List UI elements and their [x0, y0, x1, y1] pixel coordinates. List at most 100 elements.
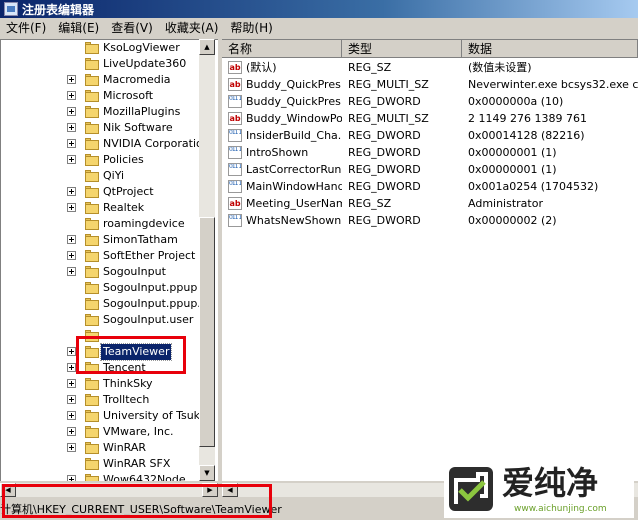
- folder-icon: [85, 394, 99, 406]
- tree-item-label: Microsoft: [103, 89, 154, 102]
- value-name: Meeting_UserName: [246, 197, 342, 210]
- column-header-data[interactable]: 数据: [462, 40, 638, 58]
- value-data: 0x00014128 (82216): [468, 129, 585, 142]
- value-data: 0x00000001 (1): [468, 163, 557, 176]
- value-type: REG_DWORD: [348, 180, 421, 193]
- expand-icon[interactable]: [67, 139, 76, 148]
- tree-item-label: SogouInput: [103, 265, 166, 278]
- highlight-box-status-path: [2, 484, 272, 518]
- folder-icon: [85, 90, 99, 102]
- folder-icon: [85, 202, 99, 214]
- tree-item-label: Policies: [103, 153, 144, 166]
- tree-item-label: KsoLogViewer: [103, 41, 180, 54]
- value-row[interactable]: 011 110 InsiderBuild_Cha... REG_DWORD 0x000…: [222, 127, 638, 144]
- folder-icon: [85, 74, 99, 86]
- value-type: REG_DWORD: [348, 95, 421, 108]
- value-data: 0x00000001 (1): [468, 146, 557, 159]
- tree-item-label: ThinkSky: [103, 377, 153, 390]
- expand-icon[interactable]: [67, 123, 76, 132]
- binary-value-icon: 011 110: [228, 180, 242, 193]
- folder-icon: [85, 58, 99, 70]
- value-row[interactable]: 011 110 LastCorrectorRun REG_DWORD 0x000000…: [222, 161, 638, 178]
- folder-icon: [85, 378, 99, 390]
- value-name: InsiderBuild_Cha...: [246, 129, 342, 142]
- watermark-url: www.aichunjing.com: [514, 504, 607, 514]
- menu-edit[interactable]: 编辑(E): [52, 18, 105, 38]
- expand-icon[interactable]: [67, 347, 76, 356]
- value-row[interactable]: 011 110 IntroShown REG_DWORD 0x00000001 (1): [222, 144, 638, 161]
- tree-item-label: Macromedia: [103, 73, 171, 86]
- values-list[interactable]: 名称 类型 数据 ab (默认) REG_SZ (数值未设置) ab Buddy_Quic…: [222, 39, 638, 482]
- value-row[interactable]: ab (默认) REG_SZ (数值未设置): [222, 59, 638, 76]
- tree-item-label: QiYi: [103, 169, 125, 182]
- folder-icon: [85, 122, 99, 134]
- expand-icon[interactable]: [67, 187, 76, 196]
- value-row[interactable]: 011 110 MainWindowHandle REG_DWORD 0x001a02…: [222, 178, 638, 195]
- tree-vertical-scrollbar[interactable]: ▲ ▼: [199, 39, 215, 481]
- expand-icon[interactable]: [67, 107, 76, 116]
- watermark-text: 爱纯净: [502, 464, 599, 502]
- expand-icon[interactable]: [67, 75, 76, 84]
- scroll-thumb[interactable]: [199, 217, 215, 447]
- tree-item-label: SogouInput.user: [103, 313, 194, 326]
- menu-file[interactable]: 文件(F): [0, 18, 52, 38]
- expand-icon[interactable]: [67, 251, 76, 260]
- value-row[interactable]: ab Meeting_UserName REG_SZ Administrator: [222, 195, 638, 212]
- expand-icon[interactable]: [67, 363, 76, 372]
- expand-icon[interactable]: [67, 267, 76, 276]
- value-row[interactable]: 011 110 Buddy_QuickPres... REG_DWORD 0x0000…: [222, 93, 638, 110]
- value-row[interactable]: ab Buddy_QuickPres... REG_MULTI_SZ Neverwin…: [222, 76, 638, 93]
- expand-icon[interactable]: [67, 235, 76, 244]
- folder-icon: [85, 298, 99, 310]
- scroll-down-button[interactable]: ▼: [199, 465, 215, 481]
- registry-tree[interactable]: KsoLogViewer LiveUpdate360 Macromedia Micro…: [0, 39, 219, 482]
- binary-value-icon: 011 110: [228, 95, 242, 108]
- scroll-up-button[interactable]: ▲: [199, 39, 215, 55]
- expand-icon[interactable]: [67, 411, 76, 420]
- tree-item-label: roamingdevice: [103, 217, 185, 230]
- title-bar: 注册表编辑器: [0, 0, 638, 18]
- expand-icon[interactable]: [67, 443, 76, 452]
- folder-icon: [85, 282, 99, 294]
- value-data: Neverwinter.exe bcsys32.exe cadv: [468, 78, 638, 91]
- value-name: Buddy_QuickPres...: [246, 95, 342, 108]
- folder-icon: [85, 250, 99, 262]
- expand-icon[interactable]: [67, 427, 76, 436]
- menu-view[interactable]: 查看(V): [105, 18, 159, 38]
- binary-value-icon: 011 110: [228, 146, 242, 159]
- value-type: REG_SZ: [348, 61, 392, 74]
- tree-item-label: NVIDIA Corporation: [103, 137, 210, 150]
- value-data: 2 1149 276 1389 761: [468, 112, 587, 125]
- value-row[interactable]: ab Buddy_WindowPos REG_MULTI_SZ 2 1149 276 …: [222, 110, 638, 127]
- value-name: LastCorrectorRun: [246, 163, 342, 176]
- value-row[interactable]: 011 110 WhatsNewShown REG_DWORD 0x00000002 …: [222, 212, 638, 229]
- value-data: 0x00000002 (2): [468, 214, 557, 227]
- value-name: Buddy_WindowPos: [246, 112, 342, 125]
- expand-icon[interactable]: [67, 91, 76, 100]
- menu-favorites[interactable]: 收藏夹(A): [159, 18, 225, 38]
- binary-value-icon: 011 110: [228, 163, 242, 176]
- expand-icon[interactable]: [67, 395, 76, 404]
- folder-icon: [85, 138, 99, 150]
- expand-icon[interactable]: [67, 155, 76, 164]
- tree-item-label: Realtek: [103, 201, 145, 214]
- tree-item-label: SogouInput.ppup.us: [103, 297, 214, 310]
- menu-help[interactable]: 帮助(H): [224, 18, 278, 38]
- highlight-box-teamviewer: [76, 336, 186, 374]
- value-data: 0x001a0254 (1704532): [468, 180, 599, 193]
- folder-icon: [85, 154, 99, 166]
- expand-icon[interactable]: [67, 203, 76, 212]
- expand-icon[interactable]: [67, 379, 76, 388]
- tree-item-label: SogouInput.ppup: [103, 281, 198, 294]
- tree-item-label: SimonTatham: [103, 233, 178, 246]
- value-type: REG_MULTI_SZ: [348, 112, 429, 125]
- tree-item-label: MozillaPlugins: [103, 105, 181, 118]
- column-header-name[interactable]: 名称: [222, 40, 342, 58]
- binary-value-icon: 011 110: [228, 214, 242, 227]
- string-value-icon: ab: [228, 61, 242, 74]
- folder-icon: [85, 218, 99, 230]
- tree-item-label: University of Tsukub: [103, 409, 214, 422]
- column-header-type[interactable]: 类型: [342, 40, 462, 58]
- string-value-icon: ab: [228, 197, 242, 210]
- folder-icon: [85, 186, 99, 198]
